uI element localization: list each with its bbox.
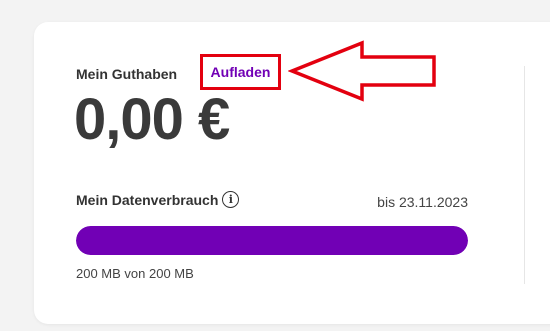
data-usage-label: Mein Datenverbrauch xyxy=(76,191,219,208)
data-usage-progress-fill xyxy=(76,226,468,255)
balance-label: Mein Guthaben xyxy=(76,66,178,82)
data-usage-progress-bar xyxy=(76,226,468,255)
topup-highlight-box: Aufladen xyxy=(200,54,281,90)
info-icon[interactable]: i xyxy=(222,191,240,208)
data-usage-text: 200 MB von 200 MB xyxy=(76,266,194,281)
topup-link[interactable]: Aufladen xyxy=(211,64,271,80)
card-divider xyxy=(524,66,525,284)
usage-period: bis 23.11.2023 xyxy=(377,194,468,210)
data-usage-heading: Mein Datenverbrauch i xyxy=(76,191,240,208)
balance-value: 0,00 € xyxy=(74,87,230,152)
annotation-arrow-icon xyxy=(288,40,436,102)
